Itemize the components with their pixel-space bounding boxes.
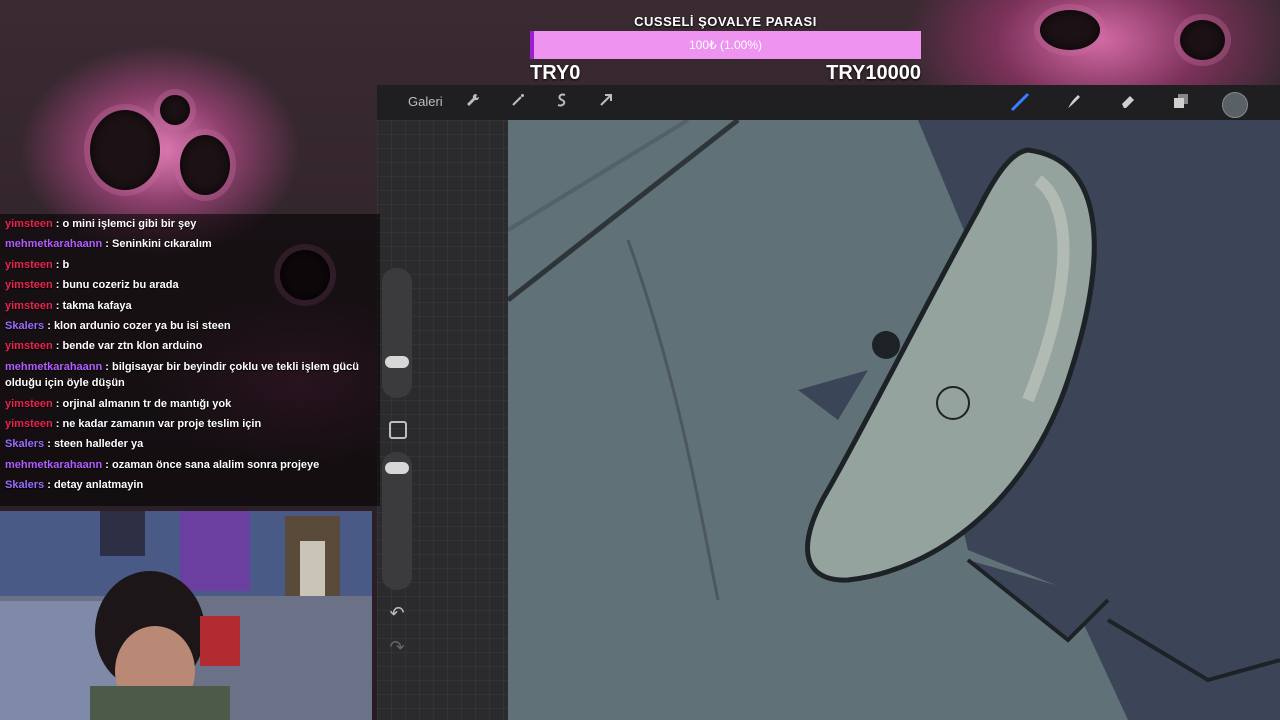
chat-username[interactable]: mehmetkarahaann <box>5 459 102 471</box>
goal-max-label: TRY10000 <box>826 62 921 84</box>
artwork-eye <box>1180 20 1225 60</box>
chat-message: yimsteen : o mini işlemci gibi bir şey <box>0 214 380 234</box>
chat-message: yimsteen : takma kafaya <box>0 296 380 316</box>
chat-text: o mini işlemci gibi bir şey <box>62 218 197 230</box>
procreate-toolbar: Galeri <box>377 85 1280 120</box>
chat-message: yimsteen : bende var ztn klon arduino <box>0 336 380 356</box>
chat-separator: : <box>44 479 54 492</box>
artwork-eye <box>90 110 160 190</box>
chat-separator: : <box>102 238 112 251</box>
sidebar-panel <box>377 120 508 720</box>
brush-opacity-knob[interactable] <box>385 462 409 474</box>
goal-progress-bar: 100₺ (1.00%) <box>530 31 921 59</box>
brush-size-slider[interactable] <box>382 268 412 398</box>
chat-text: ozaman önce sana alalim sonra projeye <box>112 458 320 471</box>
chat-message: Skalers : detay anlatmayin <box>0 475 380 495</box>
chat-username[interactable]: yimsteen <box>5 218 53 230</box>
chat-message: mehmetkarahaann : bilgisayar bir beyindi… <box>0 357 380 394</box>
chat-message: Skalers : klon ardunio cozer ya bu isi s… <box>0 316 380 336</box>
webcam-image <box>0 511 372 720</box>
chat-username[interactable]: yimsteen <box>5 398 53 410</box>
chat-username[interactable]: yimsteen <box>5 340 53 352</box>
chat-text: steen halleder ya <box>53 438 144 451</box>
chat-message: yimsteen : bunu cozeriz bu arada <box>0 275 380 295</box>
artwork-eye <box>1040 10 1100 50</box>
chat-username[interactable]: yimsteen <box>5 259 53 271</box>
goal-title: CUSSELİ ŞOVALYE PARASI <box>634 14 817 29</box>
chat-text: takma kafaya <box>62 299 132 312</box>
chat-text: bunu cozeriz bu arada <box>62 279 179 292</box>
chat-text: detay anlatmayin <box>53 479 144 492</box>
chat-username[interactable]: Skalers <box>5 438 44 450</box>
chat-text: bende var ztn klon arduino <box>62 340 203 353</box>
chat-text: ne kadar zamanın var proje teslim için <box>62 418 262 431</box>
layers-icon[interactable] <box>1170 92 1192 114</box>
chat-username[interactable]: Skalers <box>5 320 44 332</box>
chat-username[interactable]: mehmetkarahaann <box>5 238 102 250</box>
brush-size-knob[interactable] <box>385 356 409 368</box>
chat-username[interactable]: yimsteen <box>5 418 53 430</box>
chat-text: b <box>62 258 70 271</box>
selection-icon[interactable] <box>551 92 573 114</box>
wrench-icon[interactable] <box>462 92 484 114</box>
chat-separator: : <box>102 360 112 373</box>
donation-goal-widget: CUSSELİ ŞOVALYE PARASI 100₺ (1.00%) TRY0… <box>530 12 921 88</box>
chat-message: mehmetkarahaann : Seninkini cıkaralım <box>0 234 380 254</box>
chat-message: yimsteen : orjinal almanın tr de mantığı… <box>0 394 380 414</box>
chat-text: Seninkini cıkaralım <box>112 238 212 251</box>
color-swatch-icon[interactable] <box>1222 92 1248 118</box>
redo-icon[interactable]: ↷ <box>386 637 408 658</box>
chat-username[interactable]: yimsteen <box>5 300 53 312</box>
sketch-artwork <box>508 120 1280 720</box>
brush-icon[interactable] <box>1009 92 1031 114</box>
chat-text: klon ardunio cozer ya bu isi steen <box>53 320 231 333</box>
chat-panel: yimsteen : o mini işlemci gibi bir şey me… <box>0 214 380 506</box>
chat-username[interactable]: yimsteen <box>5 279 53 291</box>
drawing-canvas[interactable] <box>508 120 1280 720</box>
chat-message: yimsteen : b <box>0 255 380 275</box>
goal-min-label: TRY0 <box>530 62 581 84</box>
goal-progress-text: 100₺ (1.00%) <box>688 38 762 52</box>
chat-username[interactable]: Skalers <box>5 479 44 491</box>
undo-icon[interactable]: ↶ <box>386 603 408 624</box>
chat-message: Skalers : steen halleder ya <box>0 434 380 454</box>
magic-wand-icon[interactable] <box>507 92 529 114</box>
smudge-icon[interactable] <box>1063 92 1085 114</box>
webcam-feed <box>0 511 372 720</box>
artwork-eye <box>180 135 230 195</box>
chat-separator: : <box>44 438 54 451</box>
modify-button[interactable] <box>389 421 407 439</box>
chat-message: mehmetkarahaann : ozaman önce sana alali… <box>0 455 380 475</box>
chat-message: yimsteen : ne kadar zamanın var proje te… <box>0 414 380 434</box>
chat-username[interactable]: mehmetkarahaann <box>5 361 102 373</box>
artwork-eye <box>160 95 190 125</box>
chat-separator: : <box>102 458 112 471</box>
eraser-icon[interactable] <box>1117 92 1139 114</box>
chat-text: orjinal almanın tr de mantığı yok <box>62 397 232 410</box>
chat-separator: : <box>44 320 54 333</box>
gallery-button[interactable]: Galeri <box>408 94 443 109</box>
transform-arrow-icon[interactable] <box>595 92 617 114</box>
